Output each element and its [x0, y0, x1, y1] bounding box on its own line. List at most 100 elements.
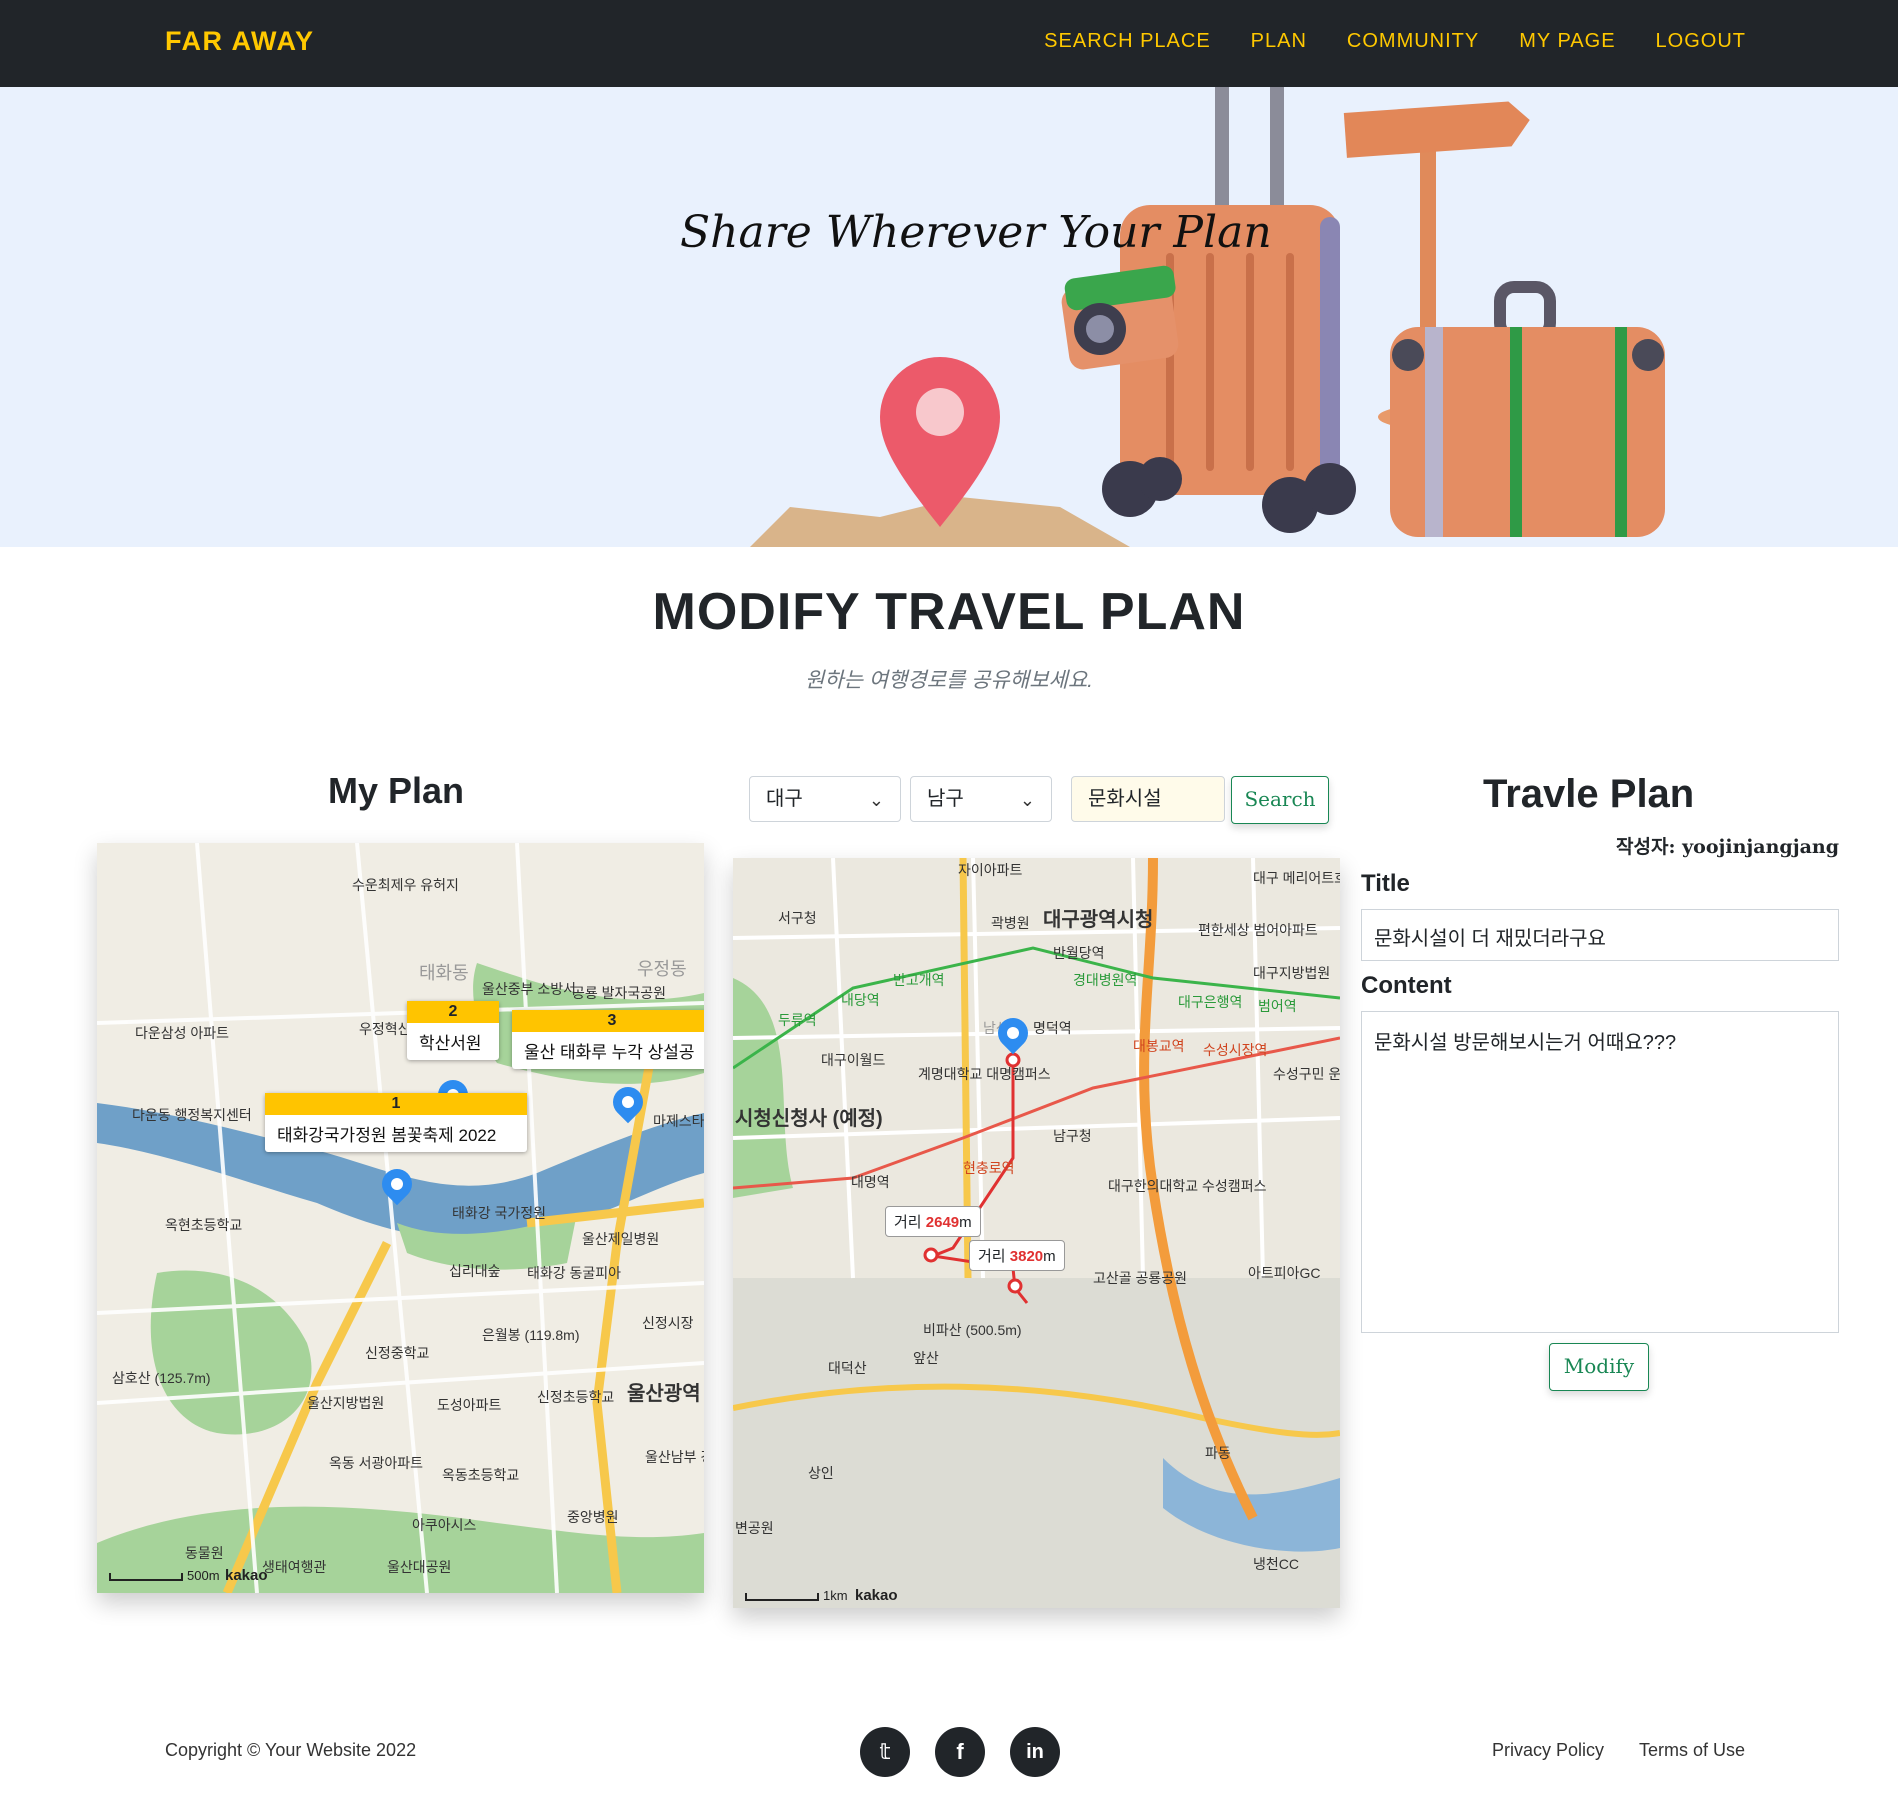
map-label: 신정초등학교 [537, 1389, 615, 1405]
hero-illustration [750, 87, 1665, 547]
content-textarea[interactable]: 문화시설 방문해보시는거 어때요??? [1361, 1011, 1839, 1333]
map-label: 다운삼성 아파트 [135, 1025, 230, 1041]
map-label: 울산대공원 [387, 1559, 452, 1575]
map-label: 경대병원역 [1073, 972, 1138, 988]
map-stop-popup[interactable]: 1 태화강국가정원 봄꽃축제 2022 [265, 1093, 527, 1152]
nav-my-page[interactable]: MY PAGE [1519, 30, 1615, 53]
map-label: 반고개역 [893, 972, 945, 988]
privacy-policy-link[interactable]: Privacy Policy [1492, 1740, 1604, 1761]
title-label: Title [1361, 870, 1410, 897]
map-label: 앞산 [913, 1350, 939, 1366]
route-map-graphics [733, 858, 1340, 1608]
map-label: 수운최제우 유허지 [352, 877, 459, 893]
map-label: 내당역 [841, 992, 880, 1008]
nav-plan[interactable]: PLAN [1251, 30, 1307, 53]
region-select[interactable]: 대구 ⌄ [749, 776, 901, 822]
map-label: 옥현초등학교 [165, 1217, 243, 1233]
map-label: 십리대숲 [449, 1263, 501, 1279]
map-label: 태화강 동굴피아 [527, 1265, 622, 1281]
terms-of-use-link[interactable]: Terms of Use [1639, 1740, 1745, 1761]
map-label: 남구청 [1053, 1128, 1092, 1144]
stop-name: 울산 태화루 누각 상설공 [524, 1043, 695, 1062]
route-distance-label: 거리 3820m [969, 1240, 1065, 1271]
map-label: 다운동 행정복지센터 [132, 1107, 252, 1123]
stop-name: 학산서원 [419, 1034, 482, 1053]
map-label: 대구지방법원 [1253, 965, 1331, 981]
map-scale: 1km [745, 1588, 848, 1603]
map-label: 반월당역 [1053, 945, 1105, 961]
map-label: 아쿠아시스 [412, 1517, 477, 1533]
map-stop-popup[interactable]: 3 울산 태화루 누각 상설공 [512, 1010, 704, 1069]
map-label: 대구한의대학교 수성캠퍼스 [1108, 1178, 1267, 1194]
map-provider-logo: kakao [855, 1587, 898, 1604]
map-label: 중앙병원 [567, 1509, 619, 1525]
map-label: 두류역 [778, 1012, 817, 1028]
map-label: 편한세상 범어아파트 [1198, 922, 1318, 938]
map-label: 대구 메리어트호텔 [1253, 870, 1340, 886]
map-label: 삼호산 (125.7m) [112, 1370, 211, 1386]
map-label: 파동 [1205, 1445, 1231, 1461]
map-label: 곽병원 [991, 915, 1030, 931]
stop-number: 3 [512, 1010, 704, 1032]
map-label: 변공원 [735, 1520, 774, 1536]
nav-logout[interactable]: LOGOUT [1656, 30, 1746, 53]
brand-logo[interactable]: FAR AWAY [165, 26, 315, 57]
map-scale: 500m [109, 1568, 220, 1583]
map-label: 울산광역 [627, 1383, 701, 1405]
map-label: 울산제일병원 [582, 1231, 660, 1247]
nav-community[interactable]: COMMUNITY [1347, 30, 1479, 53]
route-map[interactable]: 자이아파트 서구청 곽병원 대구광역시청 반월당역 편한세상 범어아파트 대구지… [733, 858, 1340, 1608]
map-provider-logo: kakao [225, 1567, 268, 1584]
my-plan-map[interactable]: 수운최제우 유허지 다운삼성 아파트 다운동 행정복지센터 태화강 국가정원 옥… [97, 843, 704, 1593]
search-button[interactable]: Search [1231, 776, 1329, 824]
map-label: 대구광역시청 [1043, 909, 1154, 931]
hero-banner: Share Wherever Your Plan [0, 87, 1898, 547]
page-subtitle: 원하는 여행경로를 공유해보세요. [805, 669, 1093, 692]
my-plan-title: My Plan [328, 770, 465, 811]
map-label: 명덕역 [1033, 1020, 1072, 1036]
map-label: 울산남부 경찰서 [645, 1449, 704, 1465]
map-label: 공룡 발자국공원 [572, 985, 667, 1001]
stop-number: 2 [407, 1001, 499, 1023]
map-stop-popup[interactable]: 2 학산서원 [407, 1001, 499, 1060]
map-label: 동물원 [185, 1545, 224, 1561]
district-select[interactable]: 남구 ⌄ [910, 776, 1052, 822]
chevron-down-icon: ⌄ [868, 790, 884, 810]
map-label: 생태여행관 [262, 1559, 327, 1575]
map-label: 대봉교역 [1133, 1038, 1185, 1054]
chevron-down-icon: ⌄ [1019, 790, 1035, 810]
map-label: 대구이월드 [821, 1052, 886, 1068]
hero-title: Share Wherever Your Plan [680, 207, 1272, 258]
twitter-icon[interactable]: 𝕥 [860, 1727, 910, 1777]
map-label: 자이아파트 [958, 862, 1023, 878]
travel-plan-title: Travle Plan [1483, 772, 1695, 816]
map-label: 은월봉 (119.8m) [482, 1327, 580, 1343]
author-name: yoojinjangjang [1682, 836, 1839, 858]
map-label: 마제스타 울산1아 [653, 1113, 704, 1129]
author-line: 작성자: yoojinjangjang [1616, 832, 1839, 859]
facebook-icon[interactable]: f [935, 1727, 985, 1777]
map-label: 옥동초등학교 [442, 1467, 520, 1483]
map-label: 상인 [808, 1465, 834, 1481]
map-label: 울산중부 소방서 [482, 981, 577, 997]
map-label: 대덕산 [828, 1360, 867, 1376]
navbar: FAR AWAY SEARCH PLACE PLAN COMMUNITY MY … [0, 0, 1898, 87]
map-label: 울산지방법원 [307, 1395, 385, 1411]
map-label: 대명역 [851, 1174, 890, 1190]
map-label: 서구청 [778, 910, 817, 926]
author-label: 작성자: [1616, 836, 1676, 858]
map-label: 범어역 [1258, 998, 1297, 1014]
route-distance-label: 거리 2649m [885, 1206, 981, 1237]
map-label: 수성시장역 [1203, 1042, 1268, 1058]
title-input[interactable]: 문화시설이 더 재밌더라구요 [1361, 909, 1839, 961]
map-label: 계명대학교 대명캠퍼스 [918, 1066, 1051, 1082]
map-label: 냉천CC [1253, 1556, 1299, 1572]
map-label: 시청신청사 (예정) [735, 1108, 883, 1130]
copyright-text: Copyright © Your Website 2022 [165, 1740, 417, 1760]
map-label: 옥동 서광아파트 [329, 1455, 424, 1471]
nav-search-place[interactable]: SEARCH PLACE [1044, 30, 1211, 53]
modify-button[interactable]: Modify [1549, 1343, 1649, 1391]
keyword-input[interactable]: 문화시설 [1071, 776, 1225, 822]
map-label: 비파산 (500.5m) [923, 1322, 1022, 1338]
linkedin-icon[interactable]: in [1010, 1727, 1060, 1777]
